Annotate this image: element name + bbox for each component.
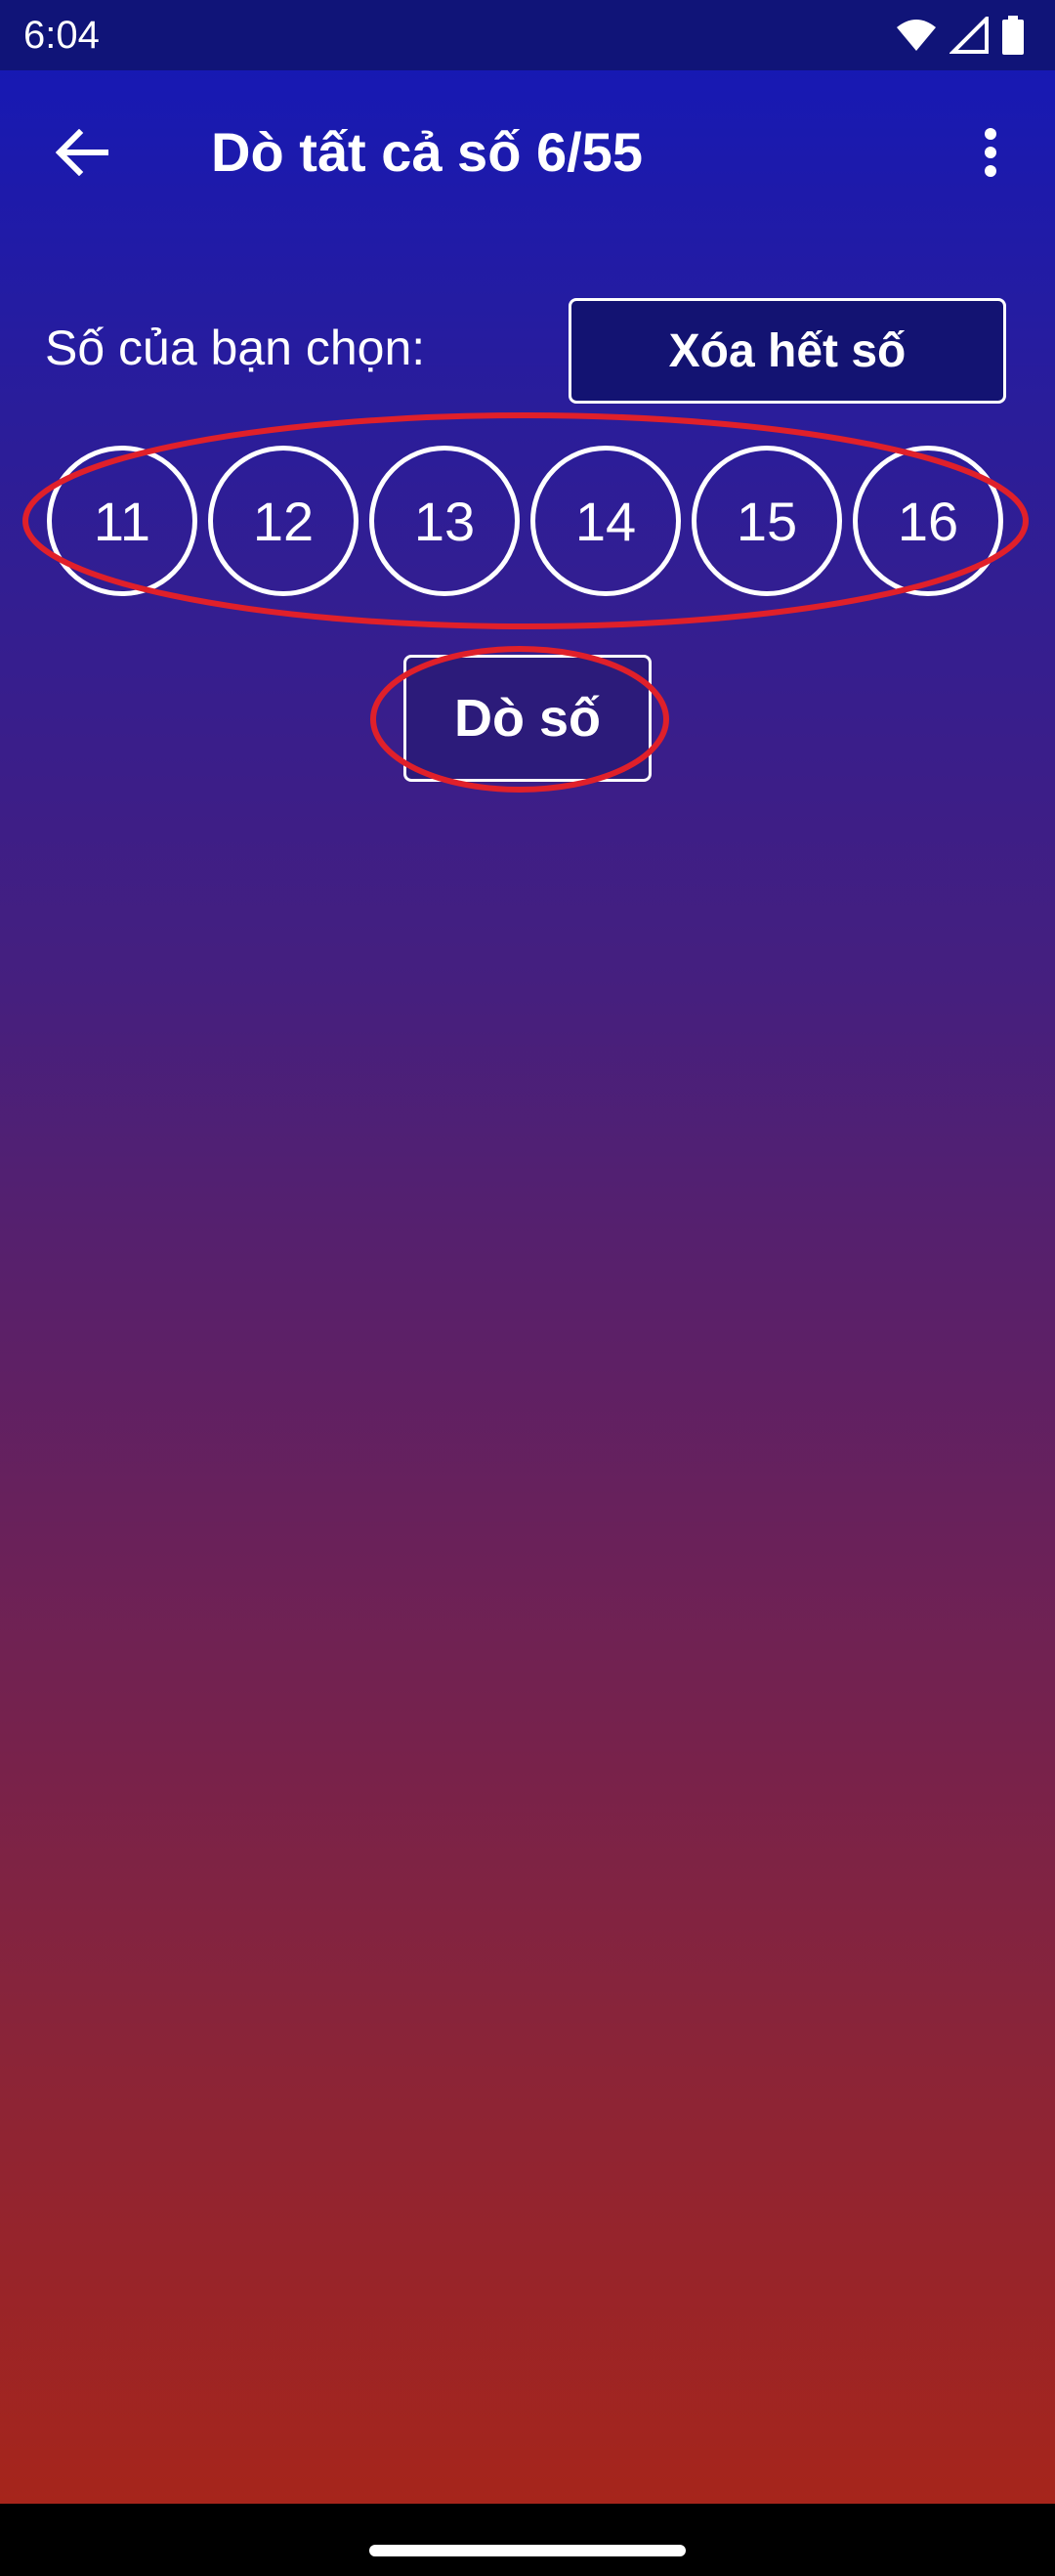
number-ball[interactable]: 12 <box>208 446 359 596</box>
number-ball[interactable]: 16 <box>853 446 1003 596</box>
clear-all-button[interactable]: Xóa hết số <box>569 298 1006 404</box>
overflow-menu-button[interactable] <box>961 117 1020 188</box>
battery-icon <box>1002 16 1024 55</box>
back-arrow-icon <box>56 129 108 176</box>
check-numbers-button[interactable]: Dò số <box>403 655 652 782</box>
app-bar: Dò tất cả số 6/55 <box>0 70 1055 236</box>
selection-label: Số của bạn chọn: <box>45 321 426 375</box>
wifi-icon <box>897 20 936 51</box>
back-button[interactable] <box>47 117 117 188</box>
page-title: Dò tất cả số 6/55 <box>211 121 643 183</box>
status-time: 6:04 <box>23 14 100 57</box>
status-icons <box>895 16 1026 55</box>
home-gesture-handle[interactable] <box>369 2545 686 2556</box>
more-vert-icon <box>985 128 996 177</box>
number-ball[interactable]: 13 <box>369 446 520 596</box>
number-ball[interactable]: 14 <box>530 446 681 596</box>
status-bar: 6:04 <box>0 0 1055 70</box>
cell-signal-icon <box>950 17 989 54</box>
navigation-bar <box>0 2504 1055 2576</box>
number-ball[interactable]: 15 <box>692 446 842 596</box>
number-ball[interactable]: 11 <box>47 446 197 596</box>
selected-numbers: 11 12 13 14 15 16 <box>0 446 1055 602</box>
